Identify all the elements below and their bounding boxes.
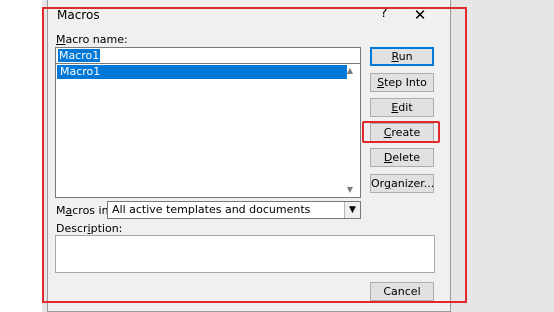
document-margin (0, 0, 42, 312)
create-highlight (362, 121, 440, 143)
annotation-frame (42, 7, 467, 303)
